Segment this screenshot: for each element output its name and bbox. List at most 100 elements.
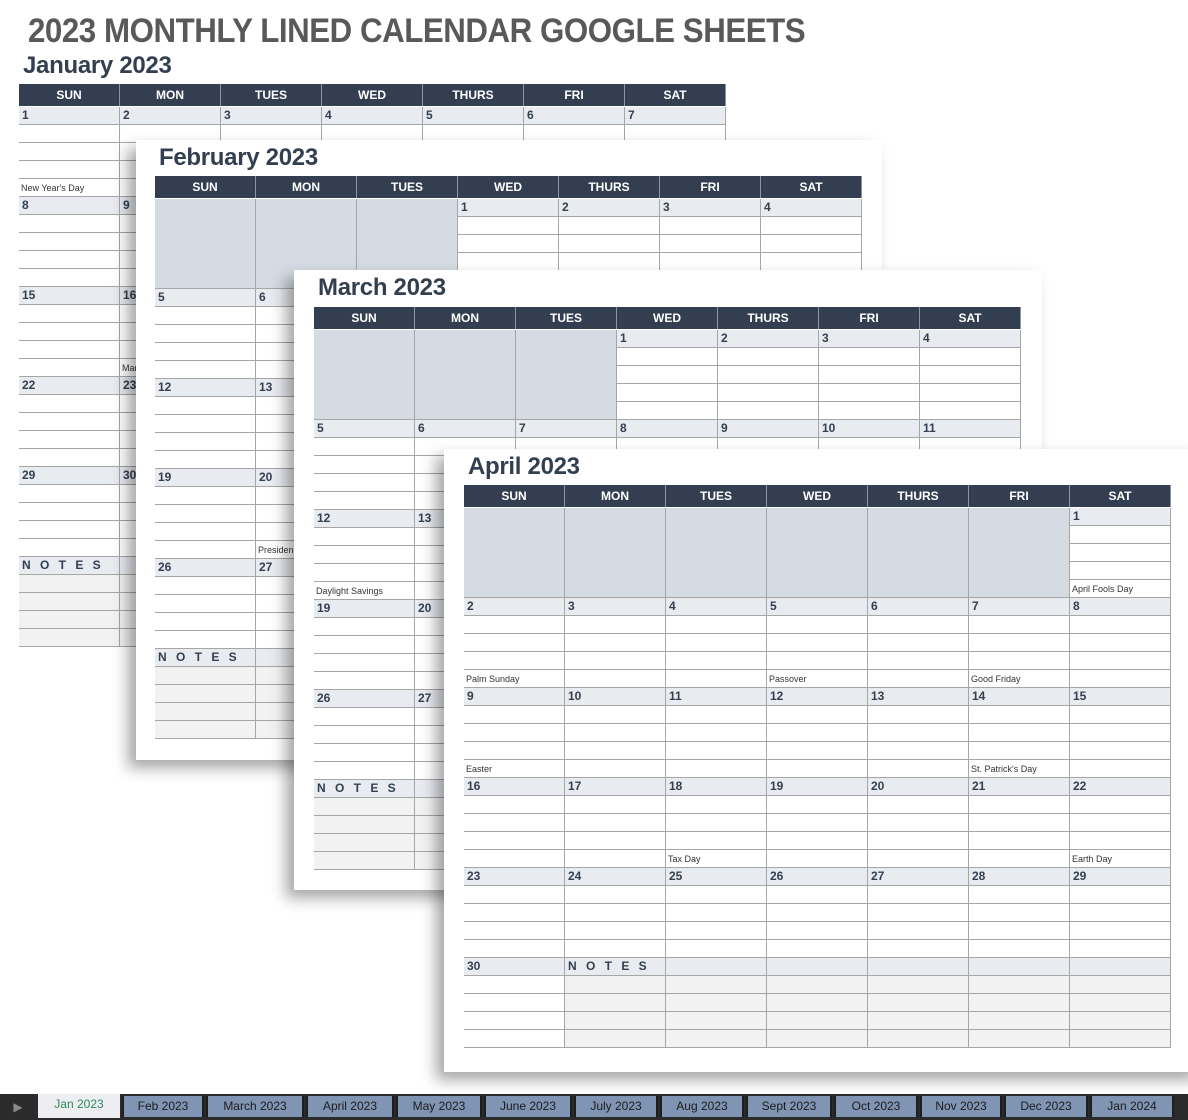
day-entry-line[interactable] bbox=[969, 652, 1070, 670]
day-entry-line[interactable] bbox=[314, 654, 415, 672]
day-entry-line[interactable] bbox=[1070, 634, 1171, 652]
day-entry-line[interactable] bbox=[617, 384, 718, 402]
day-entry-line[interactable] bbox=[565, 706, 666, 724]
day-entry-line[interactable] bbox=[920, 384, 1021, 402]
notes-line[interactable] bbox=[1070, 976, 1171, 994]
day-entry-line[interactable] bbox=[464, 706, 565, 724]
day-entry-line[interactable] bbox=[868, 724, 969, 742]
day-entry-line[interactable] bbox=[1070, 670, 1171, 688]
notes-line[interactable] bbox=[155, 721, 256, 739]
notes-line[interactable] bbox=[969, 976, 1070, 994]
notes-line[interactable] bbox=[969, 1030, 1070, 1048]
day-entry-line[interactable] bbox=[617, 366, 718, 384]
day-entry-line[interactable] bbox=[314, 492, 415, 510]
day-entry-line[interactable] bbox=[868, 814, 969, 832]
day-entry-line[interactable] bbox=[767, 652, 868, 670]
day-entry-line[interactable] bbox=[314, 456, 415, 474]
day-entry-line[interactable] bbox=[19, 503, 120, 521]
day-entry-line[interactable] bbox=[464, 994, 565, 1012]
day-entry-line[interactable] bbox=[767, 724, 868, 742]
day-entry-line[interactable] bbox=[868, 616, 969, 634]
day-entry-line[interactable] bbox=[155, 613, 256, 631]
day-entry-line[interactable] bbox=[666, 724, 767, 742]
day-entry-line[interactable] bbox=[559, 217, 660, 235]
day-entry-line[interactable] bbox=[155, 361, 256, 379]
day-entry-line[interactable] bbox=[565, 652, 666, 670]
notes-line[interactable] bbox=[666, 1012, 767, 1030]
sheet-tab-dec-2023[interactable]: Dec 2023 bbox=[1004, 1096, 1088, 1117]
day-entry-line[interactable] bbox=[1070, 940, 1171, 958]
day-entry-line[interactable] bbox=[155, 487, 256, 505]
day-entry-line[interactable] bbox=[559, 235, 660, 253]
day-entry-line[interactable] bbox=[767, 706, 868, 724]
day-entry-line[interactable] bbox=[1070, 760, 1171, 778]
notes-line[interactable] bbox=[1070, 1030, 1171, 1048]
day-entry-line[interactable] bbox=[155, 595, 256, 613]
day-entry-line[interactable] bbox=[464, 922, 565, 940]
day-entry-line[interactable] bbox=[464, 940, 565, 958]
day-entry-line[interactable] bbox=[819, 366, 920, 384]
day-entry-line[interactable] bbox=[819, 402, 920, 420]
day-entry-line[interactable] bbox=[666, 886, 767, 904]
day-entry-line[interactable] bbox=[666, 760, 767, 778]
day-entry-line[interactable] bbox=[464, 1012, 565, 1030]
sheet-tab-nov-2023[interactable]: Nov 2023 bbox=[920, 1096, 1002, 1117]
day-entry-line[interactable] bbox=[314, 762, 415, 780]
sheet-tab-oct-2023[interactable]: Oct 2023 bbox=[834, 1096, 918, 1117]
day-entry-line[interactable] bbox=[666, 742, 767, 760]
day-entry-line[interactable] bbox=[868, 922, 969, 940]
day-entry-line[interactable] bbox=[761, 253, 862, 271]
tab-scroll-arrow-icon[interactable]: ▶ bbox=[0, 1094, 36, 1120]
day-entry-line[interactable] bbox=[155, 343, 256, 361]
day-entry-line[interactable] bbox=[565, 724, 666, 742]
day-entry-line[interactable] bbox=[155, 433, 256, 451]
day-entry-line[interactable] bbox=[767, 940, 868, 958]
day-entry-line[interactable] bbox=[1070, 814, 1171, 832]
day-entry-line[interactable] bbox=[868, 796, 969, 814]
day-entry-line[interactable] bbox=[565, 922, 666, 940]
day-entry-line[interactable] bbox=[868, 760, 969, 778]
day-entry-line[interactable] bbox=[19, 521, 120, 539]
day-entry-line[interactable] bbox=[565, 760, 666, 778]
day-entry-line[interactable] bbox=[464, 832, 565, 850]
notes-line[interactable] bbox=[666, 1030, 767, 1048]
notes-line[interactable] bbox=[19, 629, 120, 647]
day-entry-line[interactable] bbox=[559, 253, 660, 271]
day-entry-line[interactable] bbox=[868, 832, 969, 850]
day-entry-line[interactable] bbox=[314, 726, 415, 744]
day-entry-line[interactable] bbox=[19, 161, 120, 179]
day-entry-line[interactable] bbox=[666, 832, 767, 850]
day-entry-line[interactable] bbox=[767, 796, 868, 814]
day-entry-line[interactable] bbox=[969, 742, 1070, 760]
day-entry-line[interactable] bbox=[1070, 544, 1171, 562]
sheet-tab-jan-2023[interactable]: Jan 2023 bbox=[38, 1094, 120, 1118]
sheet-tab-may-2023[interactable]: May 2023 bbox=[396, 1096, 482, 1117]
day-entry-line[interactable] bbox=[969, 832, 1070, 850]
notes-line[interactable] bbox=[868, 994, 969, 1012]
day-entry-line[interactable] bbox=[761, 217, 862, 235]
day-entry-line[interactable] bbox=[868, 742, 969, 760]
day-entry-line[interactable] bbox=[464, 724, 565, 742]
notes-line[interactable] bbox=[19, 611, 120, 629]
notes-line[interactable] bbox=[565, 976, 666, 994]
day-entry-line[interactable] bbox=[464, 634, 565, 652]
day-entry-line[interactable] bbox=[969, 724, 1070, 742]
day-entry-line[interactable] bbox=[868, 706, 969, 724]
day-entry-line[interactable] bbox=[718, 348, 819, 366]
day-entry-line[interactable] bbox=[19, 449, 120, 467]
day-entry-line[interactable] bbox=[565, 634, 666, 652]
day-entry-line[interactable] bbox=[155, 523, 256, 541]
day-entry-line[interactable] bbox=[868, 850, 969, 868]
day-entry-line[interactable] bbox=[1070, 742, 1171, 760]
day-entry-line[interactable] bbox=[666, 652, 767, 670]
day-entry-line[interactable] bbox=[666, 904, 767, 922]
day-entry-line[interactable] bbox=[718, 402, 819, 420]
day-entry-line[interactable] bbox=[868, 904, 969, 922]
day-entry-line[interactable] bbox=[767, 742, 868, 760]
notes-line[interactable] bbox=[314, 852, 415, 870]
day-entry-line[interactable] bbox=[314, 744, 415, 762]
day-entry-line[interactable] bbox=[464, 886, 565, 904]
day-entry-line[interactable] bbox=[1070, 616, 1171, 634]
notes-line[interactable] bbox=[666, 976, 767, 994]
day-entry-line[interactable] bbox=[314, 546, 415, 564]
